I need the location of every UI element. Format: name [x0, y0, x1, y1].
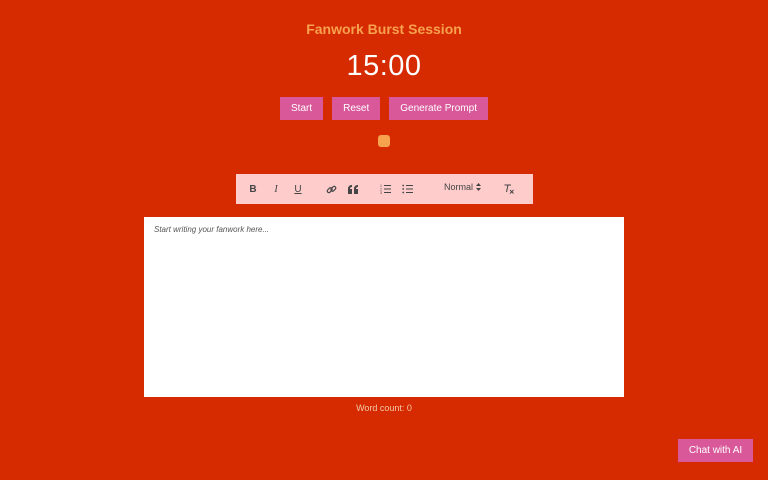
ordered-list-icon[interactable]: 1 2 3 [377, 180, 393, 198]
bullet-list-icon[interactable] [399, 180, 415, 198]
chat-with-ai-button[interactable]: Chat with AI [678, 439, 753, 462]
select-arrows-icon [476, 183, 482, 191]
page-title: Fanwork Burst Session [306, 21, 462, 37]
start-button[interactable]: Start [280, 97, 324, 120]
italic-icon[interactable]: I [269, 180, 283, 198]
fanwork-editor[interactable]: Start writing your fanwork here... [144, 217, 624, 397]
format-select-value: Normal [444, 182, 474, 192]
reset-button[interactable]: Reset [332, 97, 381, 120]
bold-icon[interactable]: B [246, 180, 260, 198]
link-icon[interactable] [323, 180, 339, 198]
page: Fanwork Burst Session 15:00 Start Reset … [0, 0, 768, 480]
generate-prompt-button[interactable]: Generate Prompt [389, 97, 488, 120]
quote-icon[interactable] [345, 180, 361, 198]
underline-icon[interactable]: U [291, 180, 305, 198]
format-select[interactable]: Normal [444, 182, 482, 192]
word-count: Word count: 0 [356, 403, 412, 413]
svg-text:3: 3 [380, 191, 382, 194]
editor-toolbar: B I U 1 2 3 Normal [236, 174, 533, 204]
clear-format-icon[interactable] [500, 180, 516, 198]
timer-display: 15:00 [346, 50, 422, 82]
status-indicator [378, 135, 390, 147]
timer-controls: Start Reset Generate Prompt [0, 97, 768, 120]
editor-placeholder: Start writing your fanwork here... [154, 225, 270, 234]
